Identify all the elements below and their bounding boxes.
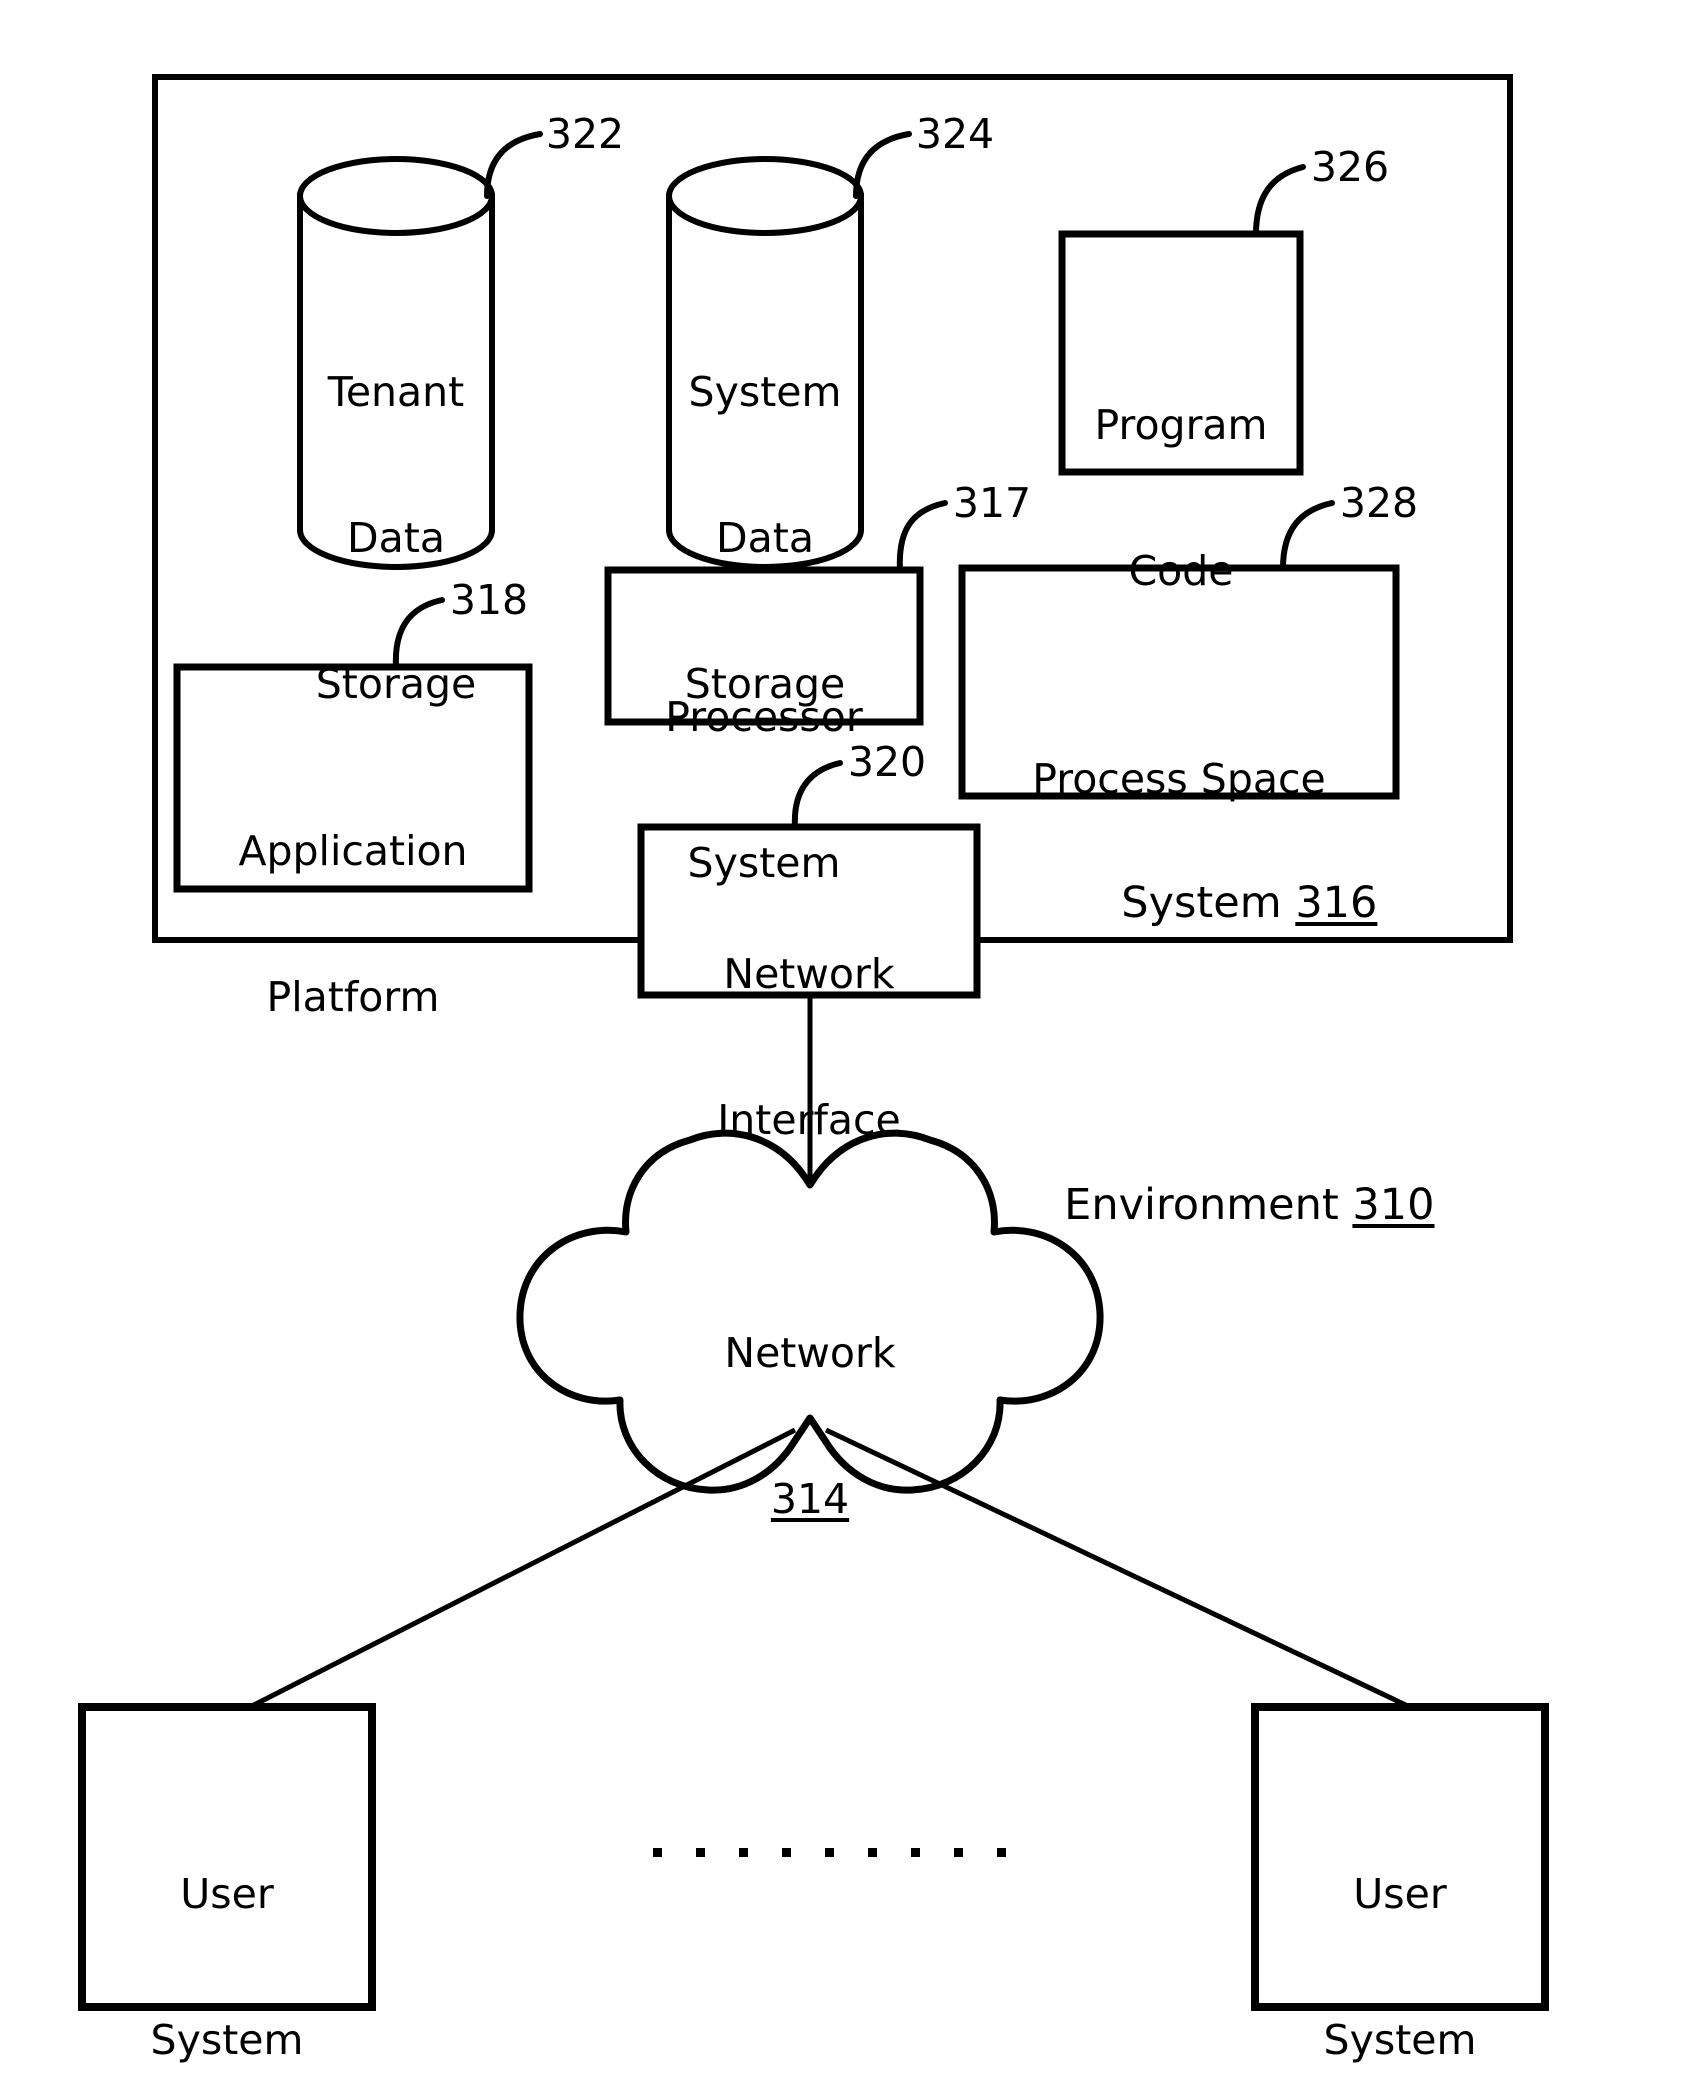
ref-numeral-322: 322 bbox=[545, 110, 625, 158]
user-system-left-line1: User bbox=[180, 1869, 274, 1918]
system-316-label: System 316 bbox=[1012, 827, 1432, 980]
application-platform-line2: Platform bbox=[266, 972, 440, 1021]
network-interface-line2: Interface bbox=[717, 1095, 901, 1144]
user-system-right-line1: User bbox=[1353, 1869, 1447, 1918]
processor-system-line1: Processor bbox=[665, 692, 863, 741]
network-interface-line1: Network bbox=[723, 949, 895, 998]
system-316-word: System bbox=[1121, 878, 1282, 929]
system-316-number: 316 bbox=[1295, 878, 1378, 929]
user-system-left-line2: System bbox=[150, 2015, 304, 2064]
user-system-left-label: User System 312 bbox=[87, 1772, 367, 2086]
tenant-data-storage-line2: Data bbox=[347, 513, 445, 562]
tenant-data-storage-line3: Storage bbox=[315, 660, 477, 709]
system-data-storage-line1: System bbox=[688, 367, 842, 416]
tenant-data-storage-line1: Tenant bbox=[327, 367, 465, 416]
system-data-storage-line2: Data bbox=[716, 513, 814, 562]
tenant-data-storage-label: Tenant Data Storage bbox=[266, 270, 526, 807]
patent-figure-canvas: 322 324 326 317 328 318 320 Tenant Data … bbox=[0, 0, 1698, 2086]
program-code-line2: Code bbox=[1128, 546, 1234, 595]
ref-numeral-326: 326 bbox=[1310, 143, 1390, 191]
ref-numeral-324: 324 bbox=[915, 110, 995, 158]
environment-310-label: Environment 310 bbox=[962, 1129, 1482, 1282]
ref-numeral-328: 328 bbox=[1339, 479, 1419, 527]
ellipsis-dots-group bbox=[653, 1848, 1006, 1857]
network-cloud-label: Network 314 bbox=[645, 1231, 975, 1621]
ref-numeral-317: 317 bbox=[952, 479, 1032, 527]
user-system-right-label: User System 312 bbox=[1260, 1772, 1540, 2086]
network-cloud-line1: Network bbox=[724, 1328, 896, 1377]
program-code-label: Program Code bbox=[1061, 303, 1301, 693]
application-platform-label: Application Platform bbox=[178, 729, 528, 1119]
network-cloud-number: 314 bbox=[770, 1474, 850, 1523]
program-code-line1: Program bbox=[1094, 400, 1268, 449]
process-space-line1: Process Space bbox=[1032, 754, 1326, 803]
user-system-right-line2: System bbox=[1323, 2015, 1477, 2064]
environment-310-number: 310 bbox=[1352, 1180, 1435, 1231]
network-interface-label: Network Interface bbox=[644, 852, 974, 1242]
application-platform-line1: Application bbox=[238, 826, 468, 875]
environment-310-word: Environment bbox=[1064, 1180, 1339, 1231]
